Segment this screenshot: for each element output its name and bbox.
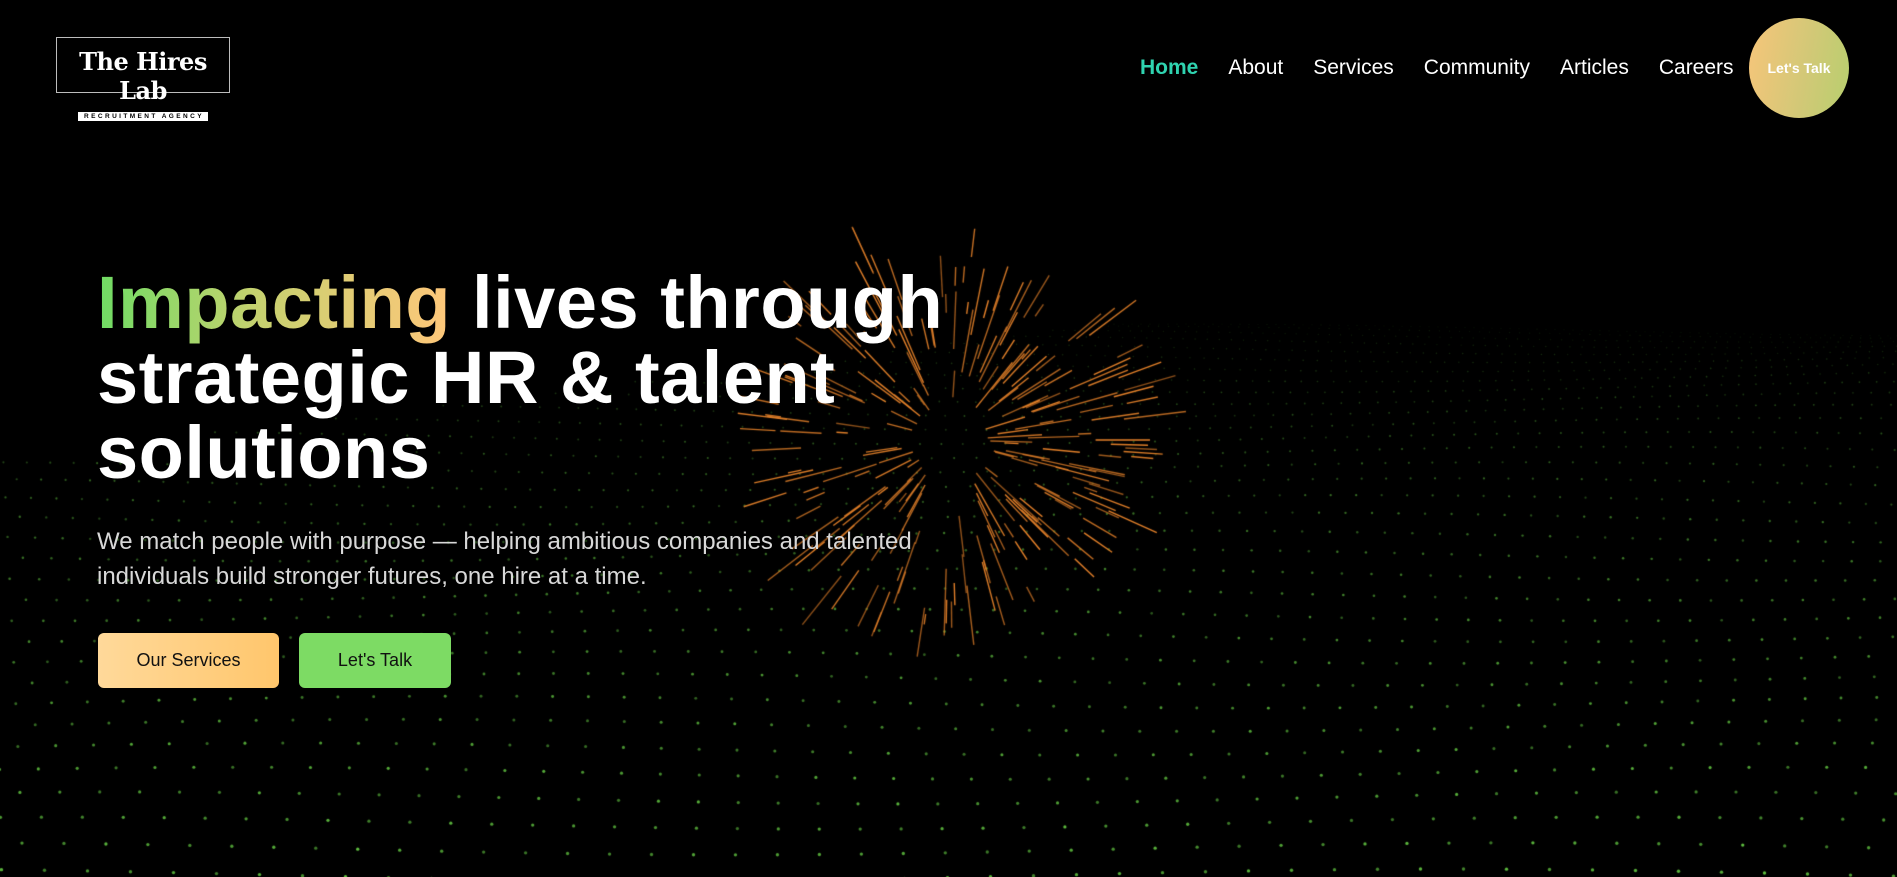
lets-talk-button[interactable]: Let's Talk: [299, 633, 451, 688]
nav-item-home[interactable]: Home: [1140, 56, 1198, 80]
nav-item-community[interactable]: Community: [1424, 56, 1530, 80]
main-nav: Home About Services Community Articles C…: [1140, 56, 1734, 80]
lets-talk-circle-button[interactable]: Let's Talk: [1749, 18, 1849, 118]
hero-title-accent: Impacting: [97, 261, 451, 344]
nav-item-articles[interactable]: Articles: [1560, 56, 1629, 80]
hero-subtitle: We match people with purpose — helping a…: [97, 528, 912, 590]
nav-item-careers[interactable]: Careers: [1659, 56, 1734, 80]
logo-tagline: RECRUITMENT AGENCY: [78, 112, 208, 121]
logo[interactable]: The Hires Lab RECRUITMENT AGENCY: [56, 37, 230, 121]
nav-item-services[interactable]: Services: [1313, 56, 1394, 80]
our-services-button[interactable]: Our Services: [98, 633, 279, 688]
nav-item-about[interactable]: About: [1228, 56, 1283, 80]
hero-title: Impacting lives through strategic HR & t…: [97, 265, 1047, 490]
logo-title: The Hires Lab: [79, 47, 207, 105]
